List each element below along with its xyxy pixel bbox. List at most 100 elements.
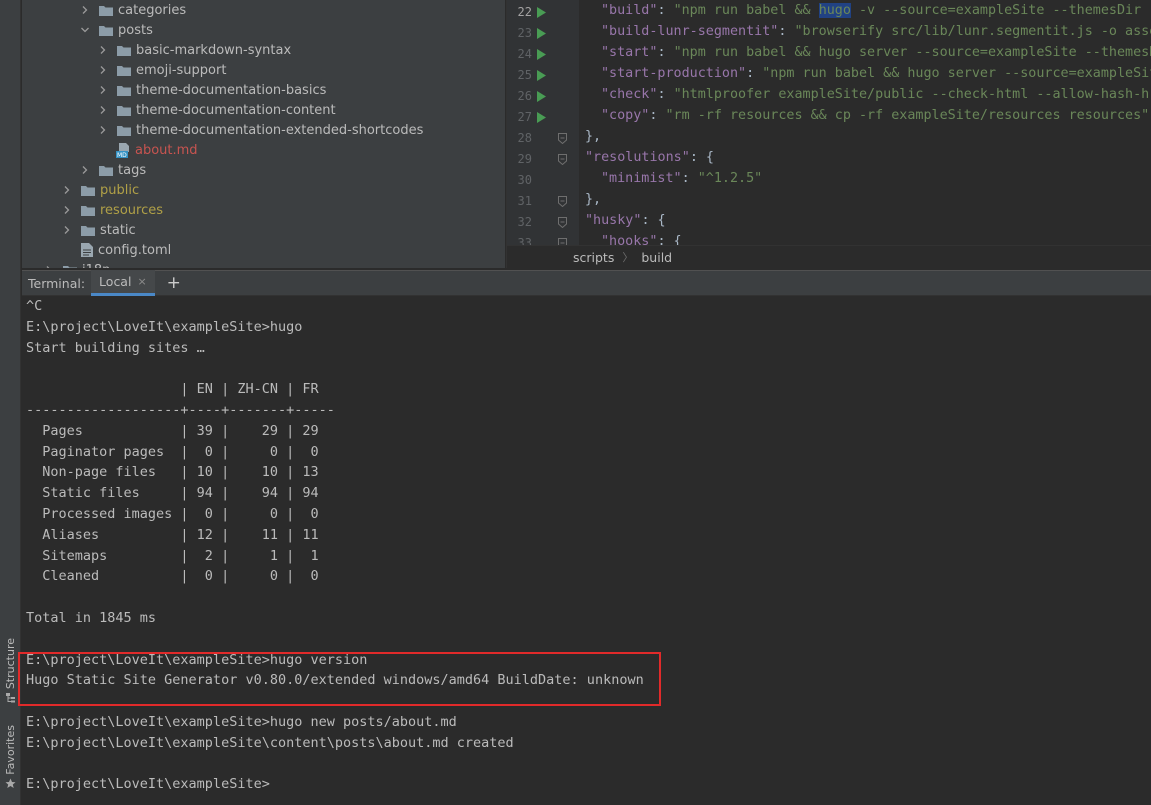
line-number: 28 <box>517 131 532 145</box>
fold-icon[interactable] <box>558 217 567 228</box>
terminal-output[interactable]: ^C E:\project\LoveIt\exampleSite>hugo Star… <box>22 296 1151 805</box>
tree-item[interactable]: theme-documentation-content <box>98 100 336 120</box>
tree-item-label: theme-documentation-basics <box>136 82 327 98</box>
add-terminal-button[interactable]: + <box>167 273 181 293</box>
tree-item[interactable]: static <box>62 220 136 240</box>
folder-icon <box>81 205 95 216</box>
gutter-line: 28 <box>507 128 579 149</box>
run-icon[interactable] <box>537 7 546 18</box>
run-icon[interactable] <box>537 91 546 102</box>
fold-icon[interactable] <box>558 196 567 207</box>
terminal-line: ^C <box>26 298 43 314</box>
tree-item[interactable]: tags <box>80 160 146 180</box>
folder-icon <box>117 125 131 136</box>
tree-item[interactable]: config.toml <box>80 240 171 260</box>
json-key: "resolutions" <box>585 150 690 165</box>
folder-icon <box>117 65 131 76</box>
folder-icon <box>99 165 113 176</box>
favorites-tab[interactable]: Favorites <box>0 725 21 789</box>
terminal-title: Terminal: <box>28 275 86 291</box>
chevron-right-icon[interactable] <box>62 205 72 215</box>
line-number: 25 <box>517 68 532 82</box>
terminal-line: Paginator pages | 0 | 0 | 0 <box>26 443 319 460</box>
folder-icon <box>99 25 113 36</box>
code-line: "build-lunr-segmentit": "browserify src/… <box>601 21 1151 42</box>
gutter-line: 27 <box>507 107 579 128</box>
breadcrumb: scripts 〉 build <box>507 245 1151 268</box>
folder-icon <box>117 105 131 116</box>
fold-icon[interactable] <box>558 133 567 144</box>
chevron-right-icon[interactable] <box>80 165 90 175</box>
json-key: "hooks" <box>601 234 658 245</box>
gutter-line: 30 <box>507 170 579 191</box>
json-key: "build-lunr-segmentit" <box>601 24 779 39</box>
chevron-down-icon[interactable] <box>80 25 90 35</box>
tree-item[interactable]: basic-markdown-syntax <box>98 40 291 60</box>
breadcrumb-item-scripts[interactable]: scripts <box>573 250 614 265</box>
tree-item-label: public <box>100 182 140 198</box>
chevron-right-icon[interactable] <box>98 125 108 135</box>
json-key: "copy" <box>601 108 650 123</box>
gutter-line: 29 <box>507 149 579 170</box>
run-icon[interactable] <box>537 49 546 60</box>
terminal-line: E:\project\LoveIt\exampleSite> <box>26 776 270 793</box>
chevron-right-icon[interactable] <box>80 5 90 15</box>
tree-item-label: resources <box>100 202 164 218</box>
tree-item[interactable]: i18n <box>44 260 110 268</box>
code-line: "build": "npm run babel && hugo -v --sou… <box>601 0 1151 21</box>
chevron-right-icon[interactable] <box>98 85 108 95</box>
project-tree: categories posts basic-markdown-syntax emoj… <box>22 0 505 268</box>
json-punct: }, <box>585 192 602 207</box>
chevron-right-icon[interactable] <box>98 45 108 55</box>
json-value: "htmlproofer exampleSite/public --check-… <box>673 87 1151 102</box>
run-icon[interactable] <box>537 112 546 123</box>
json-colon: : <box>657 87 674 102</box>
code-line: }, <box>585 126 601 147</box>
chevron-right-icon[interactable] <box>98 65 108 75</box>
tree-item[interactable]: resources <box>62 200 163 220</box>
tree-item[interactable]: theme-documentation-basics <box>98 80 326 100</box>
chevron-right-icon[interactable] <box>62 225 72 235</box>
gutter-line: 24 <box>507 44 579 65</box>
folder-icon <box>99 5 113 16</box>
terminal-line: E:\project\LoveIt\exampleSite>hugo new p… <box>26 714 457 730</box>
run-icon[interactable] <box>537 28 546 39</box>
tree-item[interactable]: emoji-support <box>98 60 226 80</box>
gutter-line: 23 <box>507 23 579 44</box>
tree-item[interactable]: public <box>62 180 139 200</box>
breadcrumb-item-build[interactable]: build <box>641 250 672 265</box>
tree-item[interactable]: MD about.md <box>116 140 198 160</box>
terminal-line: Processed images | 0 | 0 | 0 <box>26 506 319 522</box>
line-number: 29 <box>517 152 532 166</box>
line-number: 24 <box>517 47 532 61</box>
tab-local[interactable]: Local × <box>91 270 155 296</box>
chevron-right-icon[interactable] <box>62 185 72 195</box>
tree-item[interactable]: theme-documentation-extended-shortcodes <box>98 120 423 140</box>
terminal-line: E:\project\LoveIt\exampleSite\content\po… <box>26 734 514 751</box>
tree-item-label: tags <box>118 162 147 178</box>
chevron-right-icon[interactable] <box>98 105 108 115</box>
close-icon[interactable]: × <box>137 275 146 288</box>
json-colon: : <box>746 66 763 81</box>
chevron-right-icon[interactable] <box>44 265 54 268</box>
line-number: 30 <box>517 173 532 187</box>
markdown-file-icon: MD <box>116 142 129 158</box>
json-key: "husky" <box>585 213 642 228</box>
json-colon: : <box>657 3 674 18</box>
run-icon[interactable] <box>537 70 546 81</box>
editor-gutter: 22 23 24 25 26 27 28 29 30 31 32 33 <box>507 0 579 250</box>
tree-item-label: theme-documentation-extended-shortcodes <box>136 122 424 138</box>
json-colon: : <box>681 171 698 186</box>
json-key: "build" <box>601 3 658 18</box>
tree-item[interactable]: categories <box>80 0 186 20</box>
json-punct: : { <box>657 234 682 245</box>
gutter-line: 22 <box>507 2 579 23</box>
code-area[interactable]: "build": "npm run babel && hugo -v --sou… <box>579 0 1151 245</box>
fold-icon[interactable] <box>558 154 567 165</box>
terminal-line: Static files | 94 | 94 | 94 <box>26 485 319 502</box>
code-line: "start": "npm run babel && hugo server -… <box>601 42 1151 63</box>
tree-item[interactable]: posts <box>80 20 153 40</box>
folder-icon <box>81 225 95 236</box>
line-number: 22 <box>517 5 532 19</box>
code-line: "start-production": "npm run babel && hu… <box>601 63 1151 84</box>
